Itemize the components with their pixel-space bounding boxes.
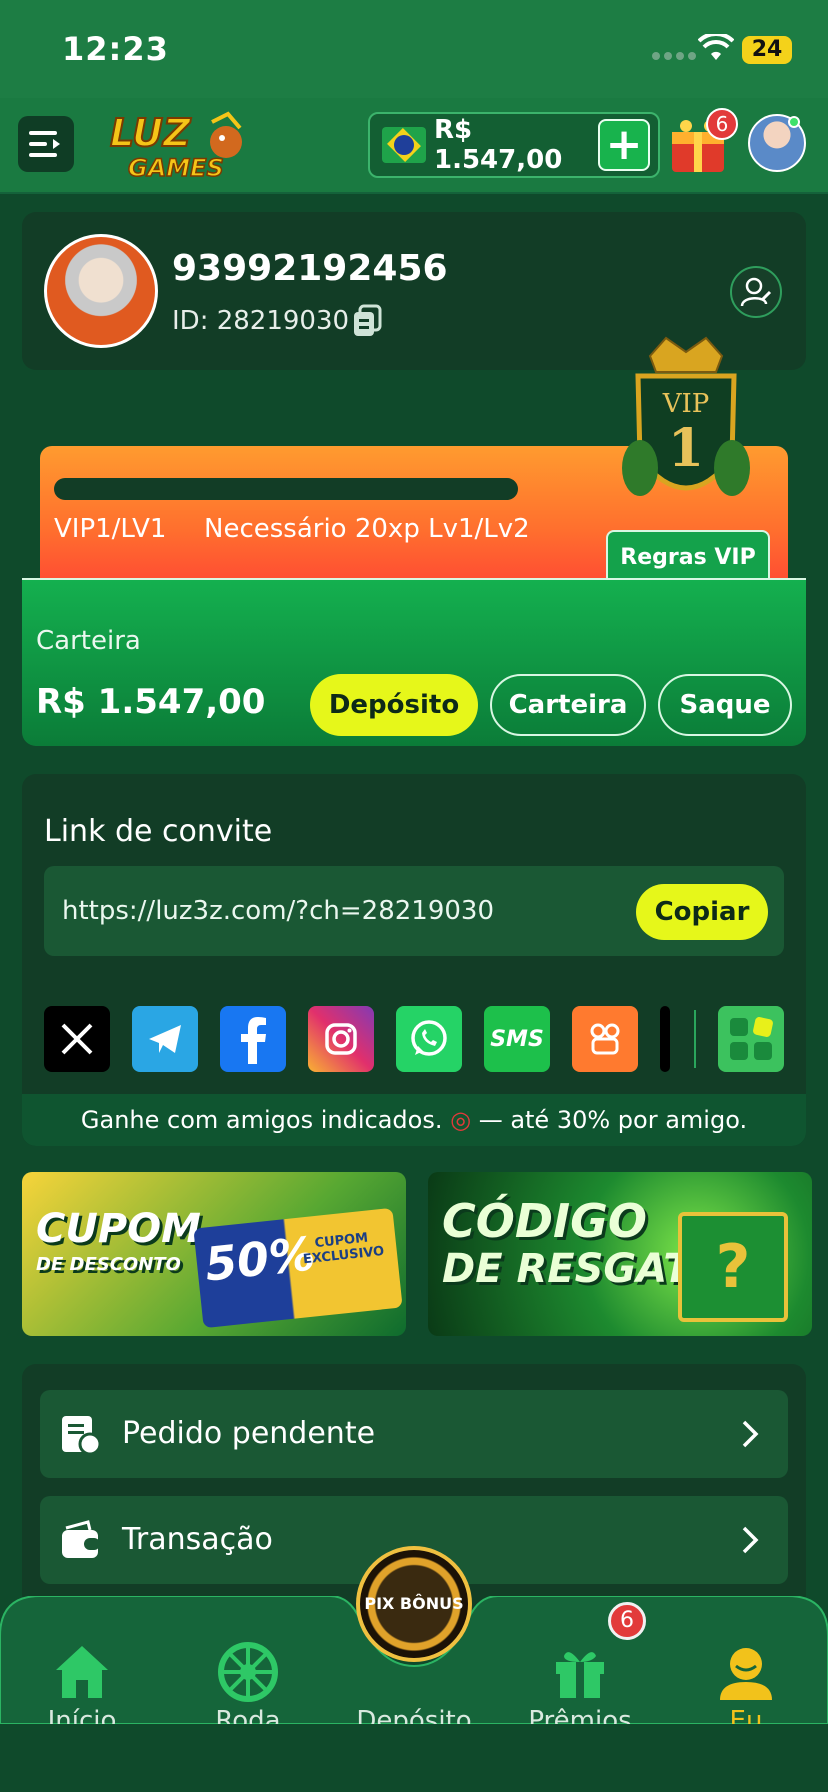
redeem-subtitle: DE RESGATE [442,1246,718,1292]
profile-username: 93992192456 [172,248,448,289]
telegram-icon[interactable] [132,1006,198,1072]
discount-coupon-banner[interactable]: CUPOM DE DESCONTO 50% CUPOM EXCLUSIVO [22,1172,406,1336]
chevron-right-icon [742,1526,759,1554]
pix-bonus-button[interactable]: PIX BÔNUS [356,1546,472,1662]
sms-icon[interactable]: SMS [484,1006,550,1072]
luz-games-logo[interactable]: LUZ GAMES [108,108,248,184]
tiktok-icon[interactable] [660,1006,670,1072]
invite-card: Link de convite https://luz3z.com/?ch=28… [22,774,806,1146]
coupon-exclusive: CUPOM EXCLUSIVO [302,1230,385,1268]
wifi-icon [698,34,734,60]
wallet-icon [62,1520,100,1558]
wallet-label: Carteira [36,626,141,656]
invite-url: https://luz3z.com/?ch=28219030 [62,896,494,926]
add-funds-button[interactable]: + [598,119,650,171]
wheel-icon [218,1642,278,1702]
target-icon: ◎ [450,1106,472,1134]
copy-id-icon[interactable] [352,304,382,338]
redeem-title: CÓDIGO [442,1194,648,1248]
prizes-badge: 6 [608,1602,646,1640]
status-time: 12:23 [62,30,169,68]
invite-footer-text-2: — até 30% por amigo. [478,1106,748,1134]
redeem-code-banner[interactable]: CÓDIGO DE RESGATE ? [428,1172,812,1336]
menu-button[interactable] [18,116,74,172]
balance-display[interactable]: R$ 1.547,00 + [368,112,660,178]
home-icon [56,1646,108,1698]
social-divider [694,1010,696,1068]
instagram-icon[interactable] [308,1006,374,1072]
vip-requirement: Necessário 20xp Lv1/Lv2 [204,514,530,544]
deposit-button[interactable]: Depósito [310,674,478,736]
online-status-dot [788,116,800,128]
profile-avatar[interactable] [44,234,158,348]
chevron-right-icon [742,1420,759,1448]
invite-footer: Ganhe com amigos indicados. ◎ — até 30% … [22,1094,806,1146]
whatsapp-icon[interactable] [396,1006,462,1072]
list-item-pending-order[interactable]: Pedido pendente [40,1390,788,1478]
withdraw-button[interactable]: Saque [658,674,792,736]
nav-home[interactable]: Início [12,1616,152,1736]
coupon-percent: 50% [202,1226,318,1292]
coupon-subtitle: DE DESCONTO [36,1254,181,1275]
coupon-title: CUPOM [36,1206,201,1252]
pix-bonus-icon: PIX BÔNUS [364,1594,464,1613]
vip-progress-bar [54,478,518,500]
mystery-gift-icon: ? [678,1212,788,1322]
header-balance: R$ 1.547,00 [434,115,563,175]
list-label-transaction: Transação [122,1522,273,1557]
signal-icon [652,52,696,60]
menu-icon [29,131,60,157]
brazil-flag-icon [382,127,426,163]
wallet-button[interactable]: Carteira [490,674,646,736]
kwai-icon[interactable] [572,1006,638,1072]
sms-label: SMS [490,1026,544,1052]
coupon-ticket: 50% CUPOM EXCLUSIVO [193,1207,403,1329]
home-indicator-area [0,1724,828,1792]
social-share-row: SMS [44,1006,784,1072]
vip-badge-number: 1 [668,418,704,479]
nav-wheel[interactable]: Roda [178,1616,318,1736]
edit-profile-icon[interactable] [730,266,782,318]
nav-me[interactable]: Eu [676,1616,816,1736]
wallet-amount: R$ 1.547,00 [36,682,266,722]
status-bar: 12:23 24 [0,0,828,98]
top-header: LUZ GAMES R$ 1.547,00 + 6 [0,98,828,194]
more-apps-icon[interactable] [718,1006,784,1072]
invite-title: Link de convite [44,814,273,849]
svg-text:GAMES: GAMES [128,154,224,182]
battery-indicator: 24 [742,36,792,64]
invite-link-box: https://luz3z.com/?ch=28219030 Copiar [44,866,784,956]
x-icon[interactable] [44,1006,110,1072]
invite-footer-text-1: Ganhe com amigos indicados. [80,1106,443,1134]
pending-order-icon [62,1416,102,1456]
user-icon [720,1648,772,1700]
list-label-pending-order: Pedido pendente [122,1416,376,1451]
gift-icon [556,1652,604,1698]
profile-id: ID: 28219030 [172,306,350,336]
vip-level: VIP1/LV1 [54,514,167,544]
vip-badge-text: VIP [662,389,710,419]
copy-link-button[interactable]: Copiar [636,884,768,940]
vip-badge-icon: VIP 1 [622,336,750,496]
wallet-card: Carteira R$ 1.547,00 Depósito Carteira S… [22,578,806,746]
facebook-icon[interactable] [220,1006,286,1072]
gift-badge: 6 [706,108,738,140]
svg-text:LUZ: LUZ [110,111,192,155]
